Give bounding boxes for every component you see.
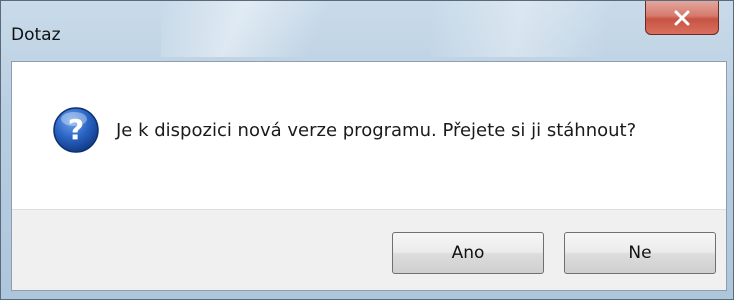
svg-text:?: ?	[68, 113, 84, 146]
window-title: Dotaz	[11, 25, 61, 45]
dialog-content: ? Je k dispozici nová verze programu. Př…	[11, 61, 727, 291]
title-bar[interactable]: Dotaz	[1, 1, 733, 61]
close-icon	[673, 10, 691, 26]
no-button[interactable]: Ne	[564, 232, 716, 274]
message-row: ? Je k dispozici nová verze programu. Př…	[52, 106, 636, 154]
button-bar: Ano Ne	[12, 209, 726, 290]
dialog-window: Dotaz ? Je k dispozici nová verze progra…	[0, 0, 734, 300]
yes-button[interactable]: Ano	[392, 232, 544, 274]
message-text: Je k dispozici nová verze programu. Přej…	[116, 119, 637, 141]
question-icon: ?	[52, 106, 100, 154]
close-button[interactable]	[645, 1, 719, 35]
